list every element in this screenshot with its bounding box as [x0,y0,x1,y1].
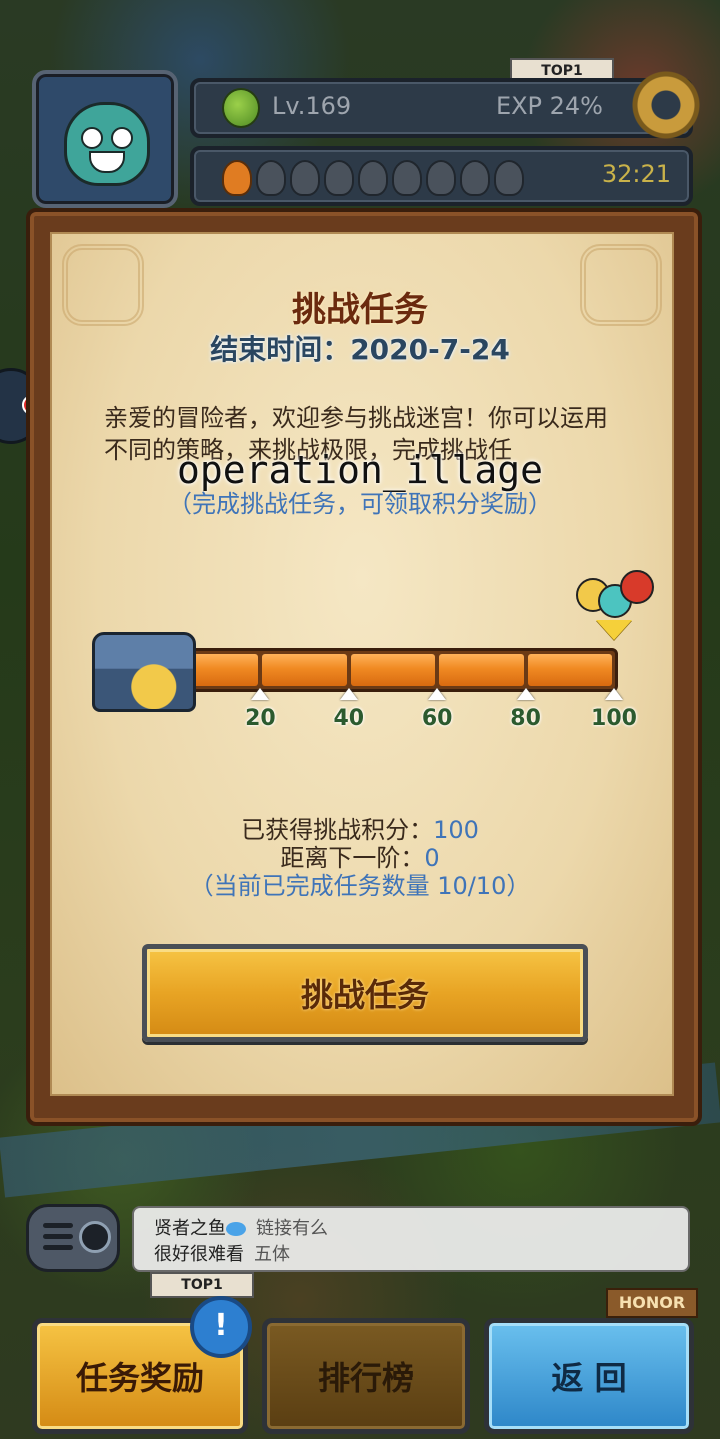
voice-icon [226,1222,246,1236]
player-avatar[interactable] [32,70,178,208]
stamina-bar: 32:21 [190,146,693,206]
progress-marker-icon [596,620,632,640]
chat-menu-button[interactable] [26,1204,120,1272]
chat-user: 很好很难看 [154,1244,244,1265]
treasure-chest-icon[interactable] [92,632,196,712]
level-bar: Lv.169 EXP 24% [190,70,701,140]
carrot-icon [494,160,524,196]
tick-arrow-icon [605,688,623,700]
map-top-sign: TOP1 [150,1272,254,1298]
exp-text: EXP 24% [495,92,603,120]
leaf-icon [222,88,260,128]
tick-label: 100 [591,706,637,731]
tick-arrow-icon [428,688,447,700]
settings-gear-icon[interactable] [631,70,701,140]
hero-group-icon [576,566,656,618]
end-time: 结束时间：2020-7-24 [210,333,510,366]
back-button[interactable]: 返 回 [484,1318,694,1434]
dialog-title: 挑战任务 [292,290,428,330]
tick-label: 60 [421,706,453,731]
chat-box[interactable]: 贤者之鱼 链接有么 很好很难看 五体 [132,1206,690,1272]
chat-text: 链接有么 [256,1218,328,1239]
chat-message: 很好很难看 五体 [154,1240,290,1266]
chat-user: 贤者之鱼 [154,1218,226,1239]
leaderboard-button[interactable]: 排行榜 [262,1318,470,1434]
tick-label: 40 [333,706,365,731]
carrot-icon [222,160,252,196]
progress-bar [168,648,618,692]
chat-text: 五体 [254,1244,290,1265]
carrot-icon [290,160,320,196]
dialog-hint: （完成挑战任务，可领取积分奖励） [168,490,552,518]
level-text: Lv.169 [272,92,352,120]
tick-arrow-icon [339,688,358,700]
tick-arrow-icon [251,688,270,700]
honor-sign: HONOR [606,1288,698,1318]
carrot-icon [256,160,286,196]
carrot-icon [324,160,354,196]
carrot-icon [460,160,490,196]
progress-segment [527,654,612,686]
chat-message: 贤者之鱼 链接有么 [154,1214,328,1240]
tick-arrow-icon [516,688,535,700]
challenge-task-button[interactable]: 挑战任务 [142,944,588,1042]
carrot-icon [392,160,422,196]
stamina-timer: 32:21 [601,160,671,188]
carrot-icon [358,160,388,196]
progress-segment [350,654,436,686]
progress-segment [262,654,347,686]
carrot-icon [426,160,456,196]
progress-segment [439,654,524,686]
tasks-completed: （当前已完成任务数量 10/10） [189,872,531,900]
avatar-face-icon [64,102,150,186]
tick-label: 80 [510,706,541,731]
tick-label: 20 [245,706,276,731]
alert-badge-icon: ! [190,1296,252,1358]
